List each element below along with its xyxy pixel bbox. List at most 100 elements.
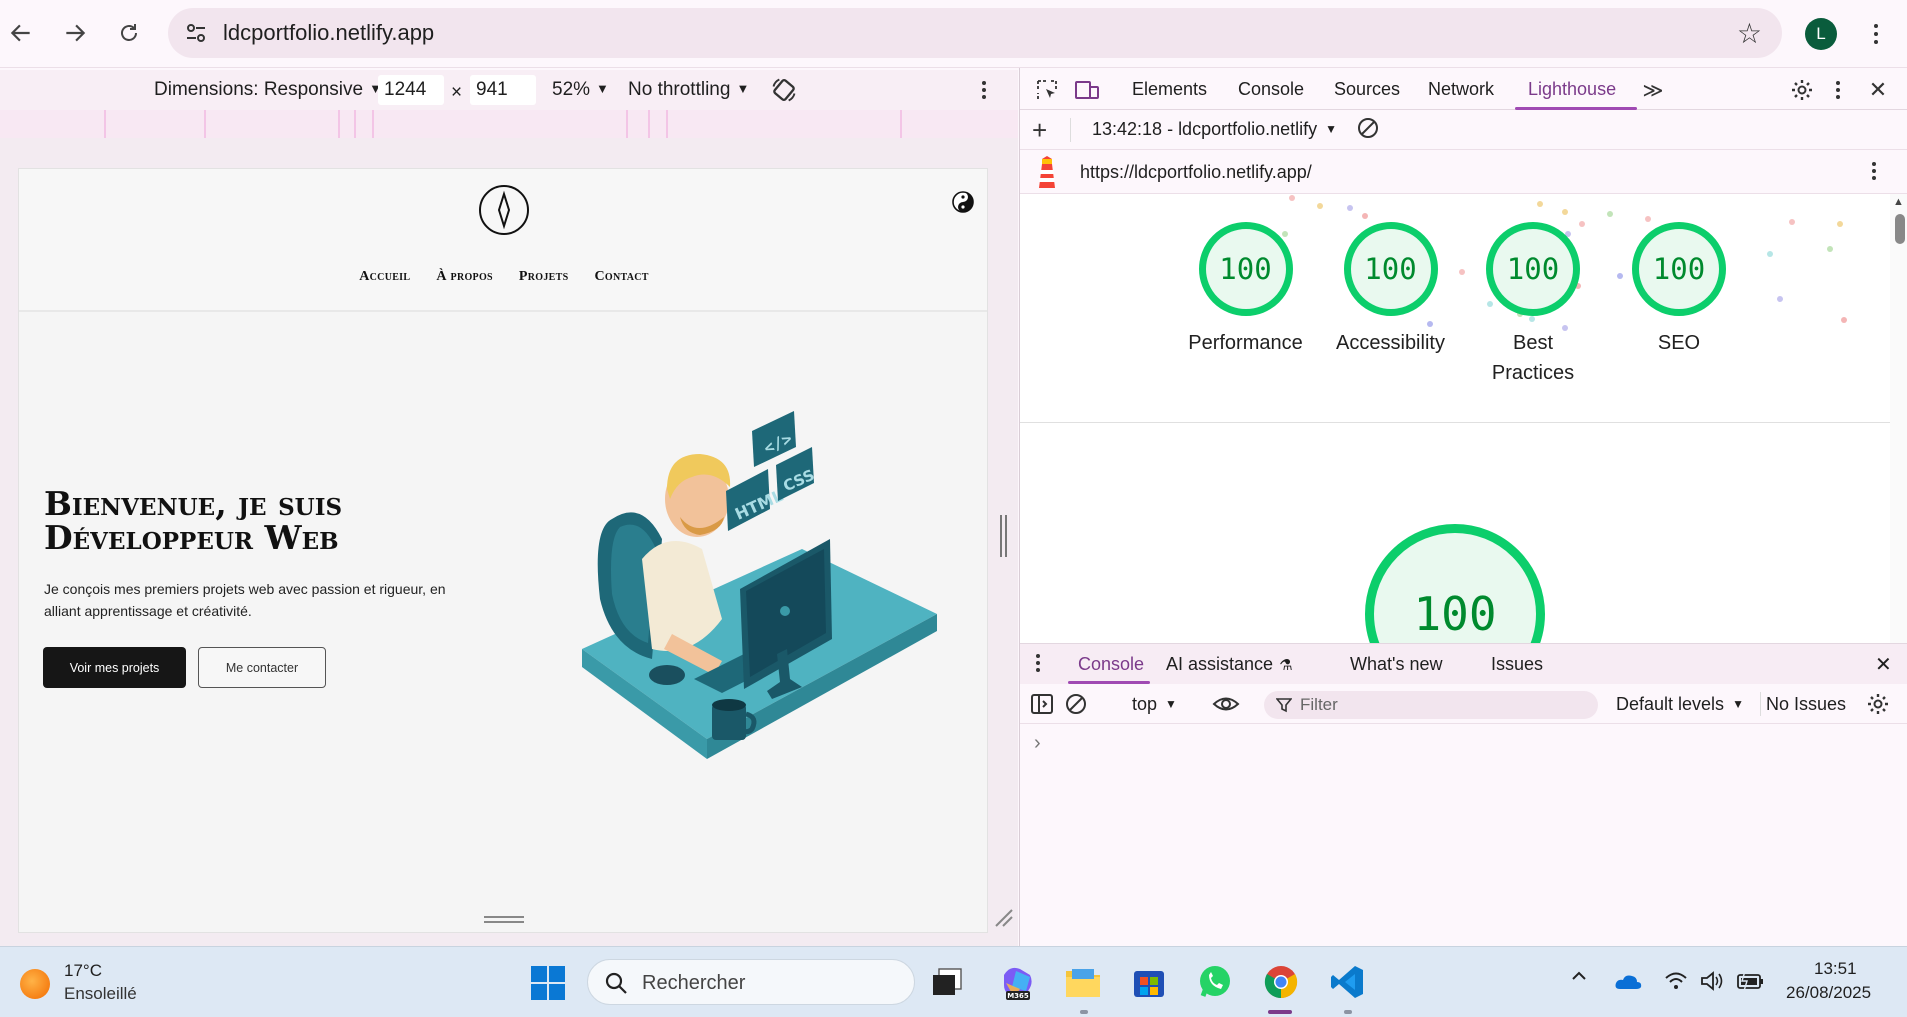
windows-start-icon[interactable]	[530, 965, 566, 1001]
close-drawer-icon[interactable]: ✕	[1875, 652, 1892, 677]
score-label-best-practices: Best Practices	[1491, 332, 1575, 384]
score-seo: 100	[1632, 222, 1726, 316]
log-levels-dropdown[interactable]: Default levels ▼	[1616, 694, 1744, 715]
more-tabs-icon[interactable]: ≫	[1640, 77, 1666, 103]
microsoft-store-icon[interactable]	[1130, 963, 1168, 1001]
drawer-tab-whats-new[interactable]: What's new	[1350, 654, 1442, 675]
lighthouse-url-bar: https://ldcportfolio.netlify.app/	[1020, 150, 1907, 194]
vscode-icon[interactable]	[1328, 963, 1366, 1001]
score-gauge-performance[interactable]: 100 Performance	[1173, 222, 1318, 358]
file-explorer-icon[interactable]	[1064, 963, 1102, 1001]
svg-text:M365: M365	[1007, 992, 1029, 1000]
url-text[interactable]: ldcportfolio.netlify.app	[223, 20, 434, 46]
nav-link-projets[interactable]: Projets	[519, 269, 569, 285]
resize-handle-right[interactable]	[998, 515, 1008, 557]
device-toolbar-more-icon[interactable]	[982, 81, 988, 99]
score-gauge-best-practices[interactable]: 100 Best Practices	[1463, 222, 1603, 388]
resize-handle-corner[interactable]	[994, 908, 1014, 928]
hero-description: Je conçois mes premiers projets web avec…	[44, 581, 446, 619]
search-icon	[605, 972, 627, 994]
score-label-performance: Performance	[1188, 332, 1303, 354]
volume-icon[interactable]	[1700, 970, 1724, 992]
drawer-menu-icon[interactable]	[1036, 654, 1040, 672]
site-settings-icon[interactable]	[184, 21, 208, 45]
tab-console[interactable]: Console	[1238, 79, 1304, 100]
compass-logo-icon[interactable]	[478, 184, 530, 236]
score-gauge-seo[interactable]: 100 SEO	[1609, 222, 1749, 358]
profile-avatar[interactable]: L	[1805, 18, 1837, 50]
context-selector[interactable]: top ▼	[1132, 694, 1177, 715]
console-drawer: Console AI assistance ⚗ What's new Issues…	[1020, 643, 1907, 946]
dimension-separator: ×	[451, 82, 463, 103]
chrome-icon[interactable]	[1262, 963, 1300, 1001]
clear-reports-icon[interactable]	[1356, 116, 1380, 145]
scrollbar-thumb[interactable]	[1895, 214, 1905, 244]
temperature[interactable]: 17°C	[64, 961, 102, 981]
taskbar-search[interactable]: Rechercher	[587, 959, 915, 1005]
height-input[interactable]	[470, 75, 536, 105]
reload-icon[interactable]	[112, 16, 146, 50]
weather-description[interactable]: Ensoleillé	[64, 984, 137, 1004]
address-bar[interactable]: ldcportfolio.netlify.app ☆	[168, 8, 1782, 58]
task-view-icon[interactable]	[928, 963, 966, 1001]
hero-title: Bienvenue, je suis Développeur Web	[44, 487, 484, 555]
dimensions-dropdown[interactable]: Dimensions: Responsive ▼	[154, 79, 382, 101]
width-input[interactable]	[378, 75, 444, 105]
clock-date[interactable]: 26/08/2025	[1786, 983, 1871, 1003]
tab-network[interactable]: Network	[1428, 79, 1494, 100]
report-divider	[1020, 422, 1890, 423]
hero-title-line2: Développeur Web	[44, 518, 339, 557]
view-projects-button[interactable]: Voir mes projets	[43, 647, 186, 688]
rotate-icon[interactable]	[770, 76, 798, 110]
lighthouse-report: 100 Performance 100 Accessibility 100 Be…	[1020, 194, 1890, 664]
show-hidden-icons-chevron-icon[interactable]	[1570, 967, 1588, 991]
sun-weather-icon[interactable]	[20, 969, 50, 999]
theme-toggle-icon[interactable]	[952, 191, 974, 213]
battery-icon[interactable]	[1736, 971, 1764, 991]
tab-lighthouse[interactable]: Lighthouse	[1528, 79, 1616, 100]
drawer-tab-ai-assistance[interactable]: AI assistance ⚗	[1166, 654, 1293, 675]
whatsapp-icon[interactable]	[1196, 963, 1234, 1001]
sidebar-toggle-icon[interactable]	[1030, 693, 1054, 715]
contact-me-button[interactable]: Me contacter	[198, 647, 326, 688]
inspect-element-icon[interactable]	[1034, 77, 1060, 103]
scroll-up-icon[interactable]: ▲	[1893, 196, 1904, 208]
issues-counter[interactable]: No Issues	[1766, 694, 1846, 715]
clock-time[interactable]: 13:51	[1814, 959, 1857, 979]
onedrive-cloud-icon[interactable]	[1614, 973, 1642, 991]
filter-input[interactable]: Filter	[1264, 691, 1598, 719]
nav-link-a-propos[interactable]: À propos	[436, 269, 493, 285]
report-scrollbar[interactable]: ▲ ▼	[1890, 194, 1907, 664]
back-icon[interactable]	[4, 16, 38, 50]
console-settings-icon[interactable]	[1866, 692, 1890, 716]
tab-elements[interactable]: Elements	[1132, 79, 1207, 100]
resize-handle-bottom[interactable]	[484, 914, 524, 924]
nav-link-accueil[interactable]: Accueil	[359, 269, 410, 285]
forward-icon[interactable]	[58, 16, 92, 50]
score-gauge-accessibility[interactable]: 100 Accessibility	[1318, 222, 1463, 358]
bookmark-star-icon[interactable]: ☆	[1737, 17, 1762, 50]
clear-console-icon[interactable]	[1064, 692, 1088, 716]
report-selector[interactable]: 13:42:18 - ldcportfolio.netlify ▼	[1092, 119, 1337, 140]
report-url[interactable]: https://ldcportfolio.netlify.app/	[1080, 162, 1312, 183]
close-devtools-icon[interactable]: ✕	[1865, 77, 1891, 103]
settings-gear-icon[interactable]	[1789, 77, 1815, 103]
drawer-tab-issues[interactable]: Issues	[1491, 654, 1543, 675]
nav-link-contact[interactable]: Contact	[594, 269, 648, 285]
device-toggle-icon[interactable]	[1074, 77, 1100, 103]
score-label-seo: SEO	[1657, 332, 1701, 354]
console-prompt[interactable]: ›	[1034, 732, 1041, 755]
throttling-dropdown[interactable]: No throttling ▼	[628, 79, 749, 101]
new-report-icon[interactable]: +	[1032, 115, 1047, 146]
browser-menu-icon[interactable]	[1866, 18, 1886, 50]
microsoft-365-icon[interactable]: M365	[998, 963, 1036, 1001]
zoom-dropdown[interactable]: 52% ▼	[552, 79, 609, 101]
live-expression-eye-icon[interactable]	[1212, 693, 1240, 715]
wifi-icon[interactable]	[1664, 971, 1688, 991]
drawer-tab-console[interactable]: Console	[1078, 654, 1144, 675]
devtools-menu-icon[interactable]	[1825, 77, 1851, 103]
report-menu-icon[interactable]	[1872, 162, 1876, 180]
devtools-panel: Elements Console Sources Network Lightho…	[1019, 68, 1907, 946]
tab-sources[interactable]: Sources	[1334, 79, 1400, 100]
lighthouse-icon	[1039, 156, 1055, 188]
